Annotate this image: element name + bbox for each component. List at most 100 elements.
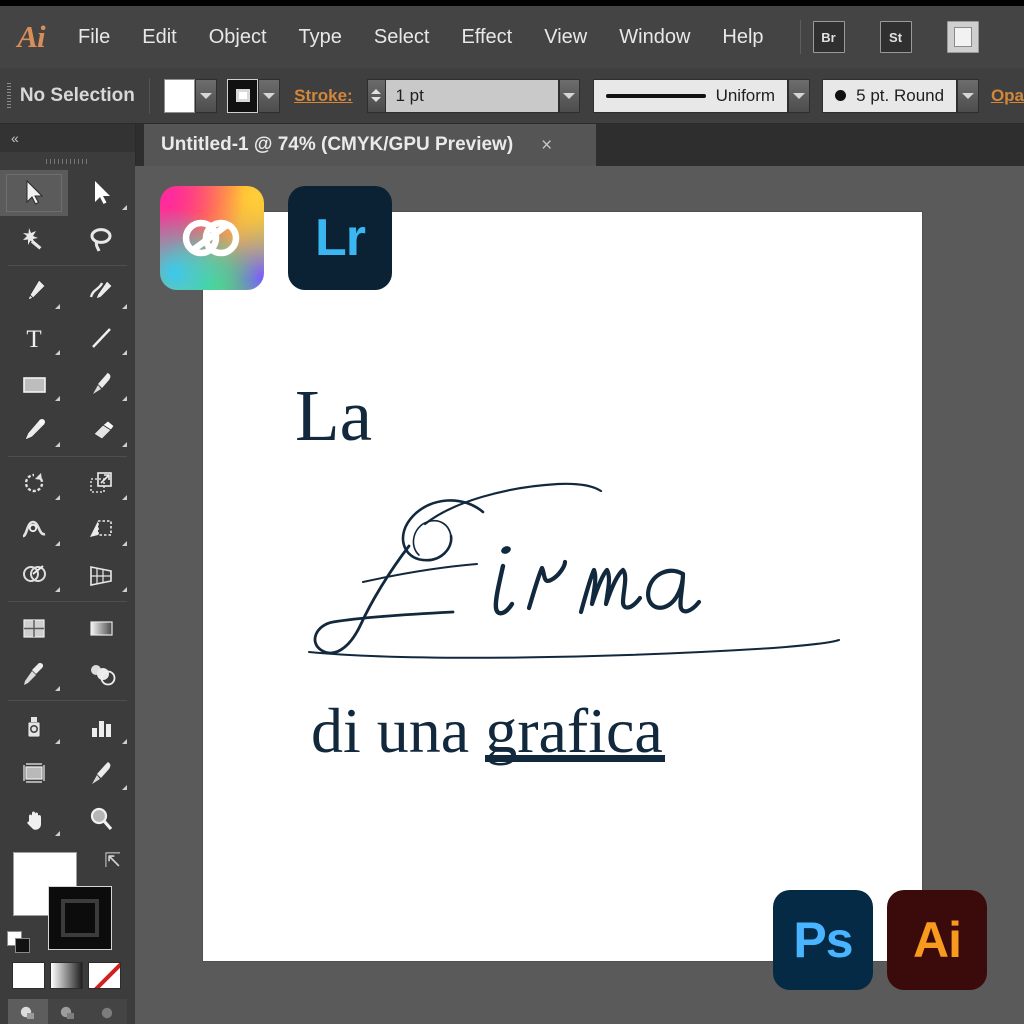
stroke-color-indicator[interactable] — [48, 886, 112, 950]
creative-cloud-icon[interactable] — [160, 186, 264, 290]
symbol-sprayer-tool[interactable] — [0, 704, 68, 750]
draw-inside-mode[interactable] — [87, 999, 127, 1024]
rectangle-tool[interactable] — [0, 361, 68, 407]
menu-item-edit[interactable]: Edit — [126, 6, 192, 68]
fill-color-swatch[interactable] — [163, 78, 195, 113]
zoom-tool[interactable] — [68, 796, 136, 842]
mesh-tool[interactable] — [0, 605, 68, 651]
lightroom-icon[interactable]: Lr — [288, 186, 392, 290]
tools-group-color — [0, 605, 135, 697]
artwork-text-prefix: di una — [311, 695, 486, 766]
menu-item-window[interactable]: Window — [603, 6, 706, 68]
color-mode-row — [0, 956, 135, 989]
document-tab-title: Untitled-1 @ 74% (CMYK/GPU Preview) — [161, 134, 514, 155]
artboard[interactable]: La di una grafica — [203, 212, 922, 961]
close-icon[interactable]: × — [541, 136, 552, 155]
artboard-tool[interactable] — [0, 750, 68, 796]
hand-tool[interactable] — [0, 796, 68, 842]
pencil-tool[interactable] — [0, 407, 68, 453]
stroke-profile-select[interactable]: Uniform — [592, 78, 789, 113]
artwork-line-la[interactable]: La — [295, 379, 372, 452]
illustrator-window: Ai File Edit Object Type Select Effect V… — [0, 0, 1024, 1024]
collapse-panel-icon[interactable]: « — [11, 130, 19, 146]
tool-expand-icon — [122, 739, 127, 744]
tools-panel-grip[interactable] — [0, 152, 135, 170]
color-mode-solid[interactable] — [12, 962, 45, 989]
artwork-line-di-una-grafica[interactable]: di una grafica — [311, 699, 663, 763]
width-tool[interactable] — [0, 506, 68, 552]
tool-expand-icon — [54, 831, 60, 836]
fill-color-dropdown[interactable] — [194, 78, 217, 113]
chevron-down-icon — [962, 92, 974, 99]
tool-expand-icon — [122, 587, 127, 592]
menu-item-object[interactable]: Object — [193, 6, 283, 68]
blend-tool[interactable] — [68, 651, 136, 697]
type-tool[interactable]: T — [0, 315, 68, 361]
brush-definition-dropdown[interactable] — [957, 78, 979, 113]
fill-stroke-cluster: ⇱ — [0, 848, 135, 956]
tool-expand-icon — [122, 304, 127, 309]
swap-fill-stroke-icon[interactable]: ⇱ — [104, 848, 121, 873]
tool-expand-icon — [54, 396, 60, 401]
tool-expand-icon — [122, 541, 127, 546]
tool-expand-icon — [54, 350, 60, 355]
paintbrush-tool[interactable] — [68, 361, 136, 407]
stroke-weight-stepper[interactable] — [366, 78, 386, 113]
illustrator-icon[interactable]: Ai — [887, 890, 987, 990]
menu-item-effect[interactable]: Effect — [445, 6, 528, 68]
stepper-up-icon — [371, 89, 382, 94]
gradient-tool[interactable] — [68, 605, 136, 651]
stroke-color-swatch[interactable] — [227, 78, 259, 113]
shape-builder-tool[interactable] — [0, 552, 68, 598]
tool-expand-icon — [122, 442, 127, 447]
menu-item-file[interactable]: File — [62, 6, 126, 68]
stroke-color-dropdown[interactable] — [258, 78, 281, 113]
menu-bar: Ai File Edit Object Type Select Effect V… — [0, 6, 1024, 68]
stock-button[interactable]: St — [879, 21, 912, 53]
menu-item-type[interactable]: Type — [283, 6, 358, 68]
curvature-tool[interactable] — [68, 269, 136, 315]
chevron-down-icon — [199, 92, 212, 99]
scale-tool[interactable] — [68, 460, 136, 506]
stroke-weight-label[interactable]: Stroke: — [294, 86, 353, 106]
tool-expand-icon — [54, 304, 60, 309]
color-mode-gradient[interactable] — [50, 962, 83, 989]
stroke-weight-input[interactable]: 1 pt — [385, 78, 559, 113]
control-bar-grip[interactable] — [7, 82, 11, 109]
color-mode-none[interactable] — [88, 962, 121, 989]
tools-panel: « T ⇱ — [0, 124, 136, 1024]
perspective-grid-tool[interactable] — [68, 552, 136, 598]
tools-divider — [8, 601, 127, 602]
magic-wand-tool[interactable] — [0, 216, 68, 262]
selection-tool[interactable] — [0, 170, 68, 216]
slice-tool[interactable] — [68, 750, 136, 796]
line-segment-tool[interactable] — [68, 315, 136, 361]
draw-behind-mode[interactable] — [48, 999, 88, 1024]
document-tab[interactable]: Untitled-1 @ 74% (CMYK/GPU Preview) × — [144, 124, 596, 166]
stroke-weight-dropdown[interactable] — [558, 78, 581, 113]
menu-item-select[interactable]: Select — [358, 6, 446, 68]
menu-item-help[interactable]: Help — [706, 6, 779, 68]
direct-selection-tool[interactable] — [68, 170, 136, 216]
default-fill-stroke-icon[interactable] — [6, 930, 32, 954]
menu-item-view[interactable]: View — [528, 6, 603, 68]
eyedropper-tool[interactable] — [0, 651, 68, 697]
stroke-profile-dropdown[interactable] — [788, 78, 810, 113]
brush-definition-select[interactable]: 5 pt. Round — [822, 78, 958, 113]
rotate-tool[interactable] — [0, 460, 68, 506]
opacity-label[interactable]: Opa — [991, 86, 1024, 106]
tools-group-symbols — [0, 704, 135, 842]
tool-expand-icon — [122, 495, 127, 500]
pen-tool[interactable] — [0, 269, 68, 315]
draw-normal-mode[interactable] — [8, 999, 48, 1024]
free-transform-tool[interactable] — [68, 506, 136, 552]
lasso-tool[interactable] — [68, 216, 136, 262]
photoshop-icon[interactable]: Ps — [773, 890, 873, 990]
arrange-documents-button[interactable] — [946, 21, 979, 53]
column-graph-tool[interactable] — [68, 704, 136, 750]
eraser-tool[interactable] — [68, 407, 136, 453]
tool-expand-icon — [54, 739, 60, 744]
artwork-line-firma[interactable] — [213, 462, 913, 677]
tools-panel-header: « — [0, 124, 135, 152]
bridge-button[interactable]: Br — [812, 21, 845, 53]
